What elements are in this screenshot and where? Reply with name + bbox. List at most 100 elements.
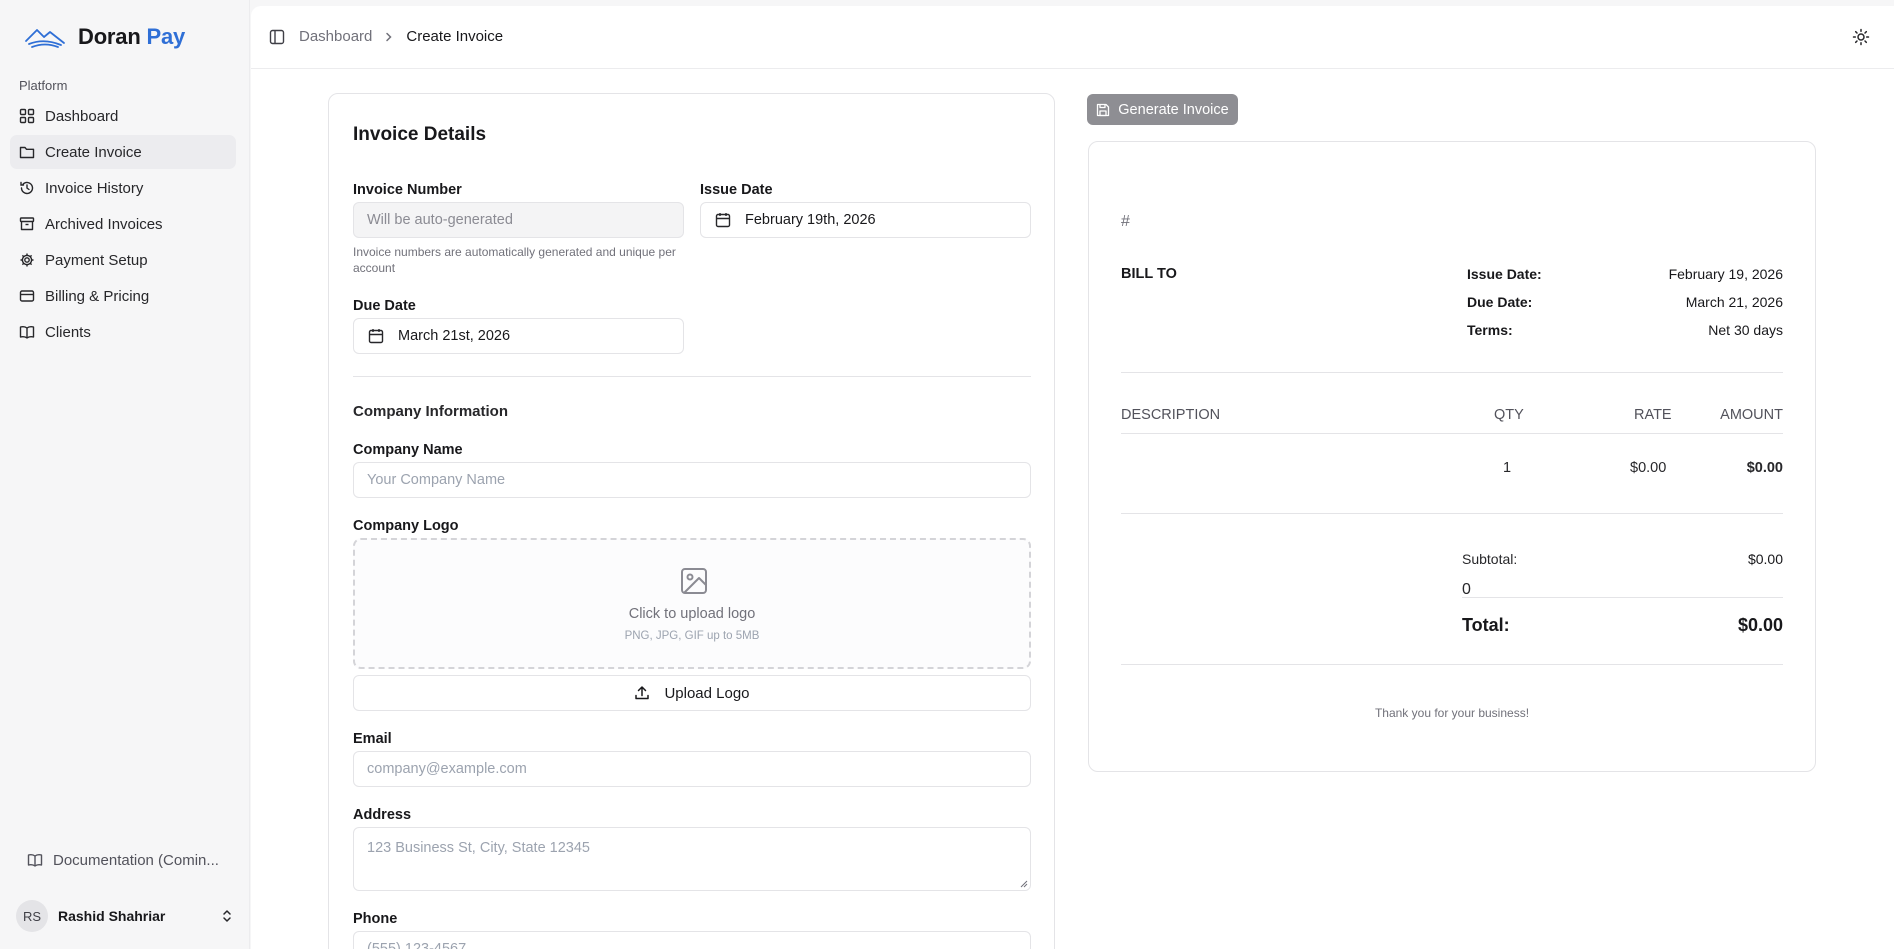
- company-name-input[interactable]: Your Company Name: [353, 462, 1031, 498]
- sidebar-item-label: Dashboard: [45, 107, 119, 125]
- sidebar-item-label: Create Invoice: [45, 143, 142, 161]
- thank-you-note: Thank you for your business!: [1374, 706, 1530, 720]
- brand-name: Doran Pay: [78, 24, 186, 49]
- bill-to-heading: BILL TO: [1121, 266, 1177, 282]
- sidebar-item-label: Payment Setup: [45, 251, 148, 269]
- documentation-label: Documentation (Comin...: [53, 851, 219, 869]
- issue-date-picker[interactable]: February 19th, 2026: [700, 202, 1031, 238]
- due-date-label: Due Date: [353, 298, 416, 314]
- divider: [1121, 664, 1783, 665]
- sidebar-item-invoice-history[interactable]: Invoice History: [10, 171, 236, 205]
- breadcrumb-current: Create Invoice: [406, 28, 504, 45]
- user-name: Rashid Shahriar: [58, 908, 166, 924]
- book-icon: [27, 854, 43, 867]
- save-icon: [1097, 103, 1110, 116]
- sidebar-nav: Dashboard Create Invoice Invoice History…: [10, 99, 236, 351]
- sidebar-item-label: Invoice History: [45, 179, 144, 197]
- issue-date-value: February 19th, 2026: [745, 212, 876, 228]
- divider: [1121, 513, 1783, 514]
- chevron-up-down-icon: [223, 910, 231, 922]
- subtotal-label: Subtotal:: [1462, 551, 1518, 567]
- company-name-label: Company Name: [353, 442, 463, 458]
- generate-invoice-button[interactable]: Generate Invoice: [1087, 94, 1238, 125]
- sidebar-item-label: Clients: [45, 323, 91, 341]
- column-header-qty: QTY: [1494, 407, 1524, 423]
- address-placeholder: 123 Business St, City, State 12345: [367, 840, 591, 856]
- divider: [353, 376, 1031, 377]
- sidebar-toggle-icon[interactable]: [269, 29, 285, 45]
- sidebar: Doran Pay Platform Dashboard Create Invo…: [0, 0, 250, 949]
- due-date-label: Due Date:: [1467, 294, 1533, 310]
- row-qty: 1: [1503, 460, 1512, 476]
- history-icon: [20, 181, 34, 195]
- phone-label: Phone: [353, 911, 398, 927]
- issue-date-label: Issue Date: [700, 182, 773, 198]
- due-date-picker[interactable]: March 21st, 2026: [353, 318, 684, 354]
- column-header-rate: RATE: [1634, 407, 1672, 423]
- upload-icon: [635, 686, 650, 700]
- credit-card-icon: [19, 290, 35, 302]
- dropzone-text: Click to upload logo: [628, 606, 756, 622]
- phone-field[interactable]: (555) 123-4567: [353, 931, 1031, 949]
- divider: [1462, 597, 1783, 598]
- row-rate: $0.00: [1630, 460, 1667, 476]
- sidebar-item-archived-invoices[interactable]: Archived Invoices: [10, 207, 236, 241]
- folder-icon: [19, 146, 35, 159]
- generate-invoice-label: Generate Invoice: [1118, 101, 1229, 118]
- sidebar-item-clients[interactable]: Clients: [10, 315, 236, 349]
- issue-date-label: Issue Date:: [1467, 266, 1542, 282]
- calendar-icon: [715, 213, 731, 228]
- terms-label: Terms:: [1467, 322, 1513, 338]
- sidebar-item-billing-pricing[interactable]: Billing & Pricing: [10, 279, 236, 313]
- gear-icon: [20, 253, 34, 267]
- image-icon: [681, 568, 707, 594]
- sun-icon[interactable]: [1852, 28, 1870, 46]
- issue-date-value: February 19, 2026: [1668, 266, 1783, 282]
- divider: [1121, 372, 1783, 373]
- column-header-description: DESCRIPTION: [1121, 407, 1221, 423]
- invoice-details-card: Invoice Details Invoice Number Will be a…: [328, 93, 1055, 949]
- avatar: RS: [16, 900, 48, 932]
- user-menu[interactable]: RS Rashid Shahriar: [16, 898, 234, 934]
- main-content: Dashboard Create Invoice Invoice Details…: [251, 6, 1894, 949]
- invoice-number-hint: Invoice numbers are automatically genera…: [353, 245, 676, 275]
- upload-logo-button[interactable]: Upload Logo: [353, 675, 1031, 711]
- row-amount: $0.00: [1746, 460, 1783, 476]
- calendar-icon: [368, 329, 384, 344]
- sidebar-item-label: Archived Invoices: [45, 215, 163, 233]
- total-label: Total:: [1462, 615, 1510, 635]
- address-label: Address: [353, 807, 412, 823]
- column-header-amount: AMOUNT: [1720, 407, 1783, 423]
- company-logo-label: Company Logo: [353, 518, 459, 534]
- sidebar-item-create-invoice[interactable]: Create Invoice: [10, 135, 236, 169]
- sidebar-section-label: Platform: [19, 78, 68, 93]
- top-bar: Dashboard Create Invoice: [251, 6, 1894, 69]
- mountain-logo-icon: [25, 29, 65, 48]
- invoice-preview: # BILL TO Issue Date: February 19, 2026 …: [1088, 141, 1816, 772]
- divider: [1121, 433, 1783, 434]
- dropzone-hint: PNG, JPG, GIF up to 5MB: [624, 630, 760, 642]
- book-icon: [19, 326, 35, 339]
- brand[interactable]: Doran Pay: [24, 22, 185, 52]
- resize-handle-icon[interactable]: [1020, 880, 1028, 888]
- sidebar-item-dashboard[interactable]: Dashboard: [10, 99, 236, 133]
- due-date-value: March 21, 2026: [1685, 294, 1783, 310]
- archive-icon: [19, 217, 35, 231]
- breadcrumb-dashboard[interactable]: Dashboard: [299, 28, 372, 45]
- invoice-number-display: #: [1121, 213, 1130, 230]
- chevron-right-icon: [386, 32, 392, 41]
- sidebar-item-payment-setup[interactable]: Payment Setup: [10, 243, 236, 277]
- due-date-value: March 21st, 2026: [398, 328, 511, 344]
- sidebar-item-documentation[interactable]: Documentation (Comin...: [18, 847, 233, 873]
- subtotal-value: $0.00: [1747, 551, 1783, 567]
- total-value: $0.00: [1737, 615, 1783, 635]
- invoice-number-input: Will be auto-generated: [353, 202, 684, 238]
- company-information-heading: Company Information: [353, 403, 509, 420]
- logo-dropzone[interactable]: Click to upload logo PNG, JPG, GIF up to…: [353, 538, 1031, 669]
- invoice-number-label: Invoice Number: [353, 182, 462, 198]
- breadcrumb: Dashboard Create Invoice: [299, 28, 503, 45]
- address-field[interactable]: 123 Business St, City, State 12345: [353, 827, 1031, 891]
- sidebar-item-label: Billing & Pricing: [45, 287, 150, 305]
- email-field[interactable]: company@example.com: [353, 751, 1031, 787]
- email-label: Email: [353, 731, 392, 747]
